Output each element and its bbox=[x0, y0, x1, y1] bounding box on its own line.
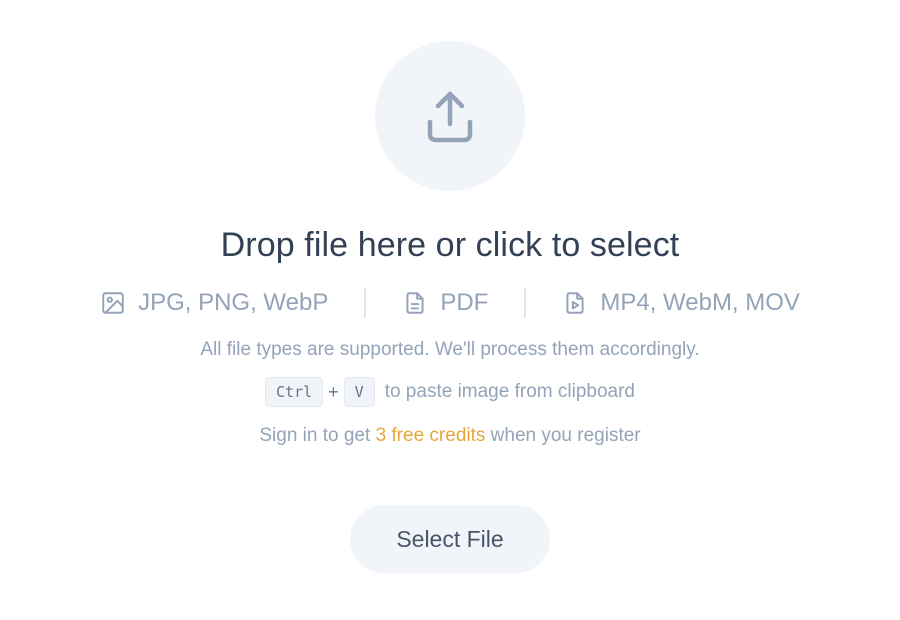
signin-suffix: when you register bbox=[485, 425, 641, 446]
video-file-icon bbox=[566, 292, 584, 314]
divider bbox=[524, 288, 527, 318]
format-videos-label: MP4, WebM, MOV bbox=[600, 289, 800, 316]
document-icon bbox=[406, 292, 424, 314]
supported-formats: JPG, PNG, WebP PDF MP4, WebM, MOV bbox=[100, 287, 800, 319]
upload-icon-circle[interactable] bbox=[375, 41, 525, 191]
paste-hint-text: to paste image from clipboard bbox=[384, 381, 635, 402]
v-key: V bbox=[343, 377, 375, 407]
divider bbox=[364, 288, 367, 318]
paste-hint: Ctrl + V to paste image from clipboard bbox=[265, 377, 635, 407]
format-videos: MP4, WebM, MOV bbox=[562, 287, 800, 319]
select-file-button[interactable]: Select File bbox=[350, 505, 550, 573]
drop-headline: Drop file here or click to select bbox=[220, 226, 680, 264]
file-drop-zone[interactable]: Drop file here or click to select JPG, P… bbox=[0, 0, 900, 620]
signin-prefix: Sign in to get bbox=[259, 425, 376, 446]
ctrl-key: Ctrl bbox=[265, 377, 324, 407]
format-images: JPG, PNG, WebP bbox=[100, 287, 328, 319]
format-images-label: JPG, PNG, WebP bbox=[138, 289, 329, 316]
format-documents: PDF bbox=[402, 287, 488, 319]
upload-icon bbox=[427, 91, 473, 143]
support-note: All file types are supported. We'll proc… bbox=[200, 339, 700, 360]
signin-note: Sign in to get 3 free credits when you r… bbox=[259, 423, 640, 449]
free-credits-highlight: 3 free credits bbox=[375, 425, 486, 446]
plus-sign: + bbox=[328, 381, 339, 402]
format-documents-label: PDF bbox=[440, 289, 489, 316]
image-icon bbox=[102, 292, 124, 314]
